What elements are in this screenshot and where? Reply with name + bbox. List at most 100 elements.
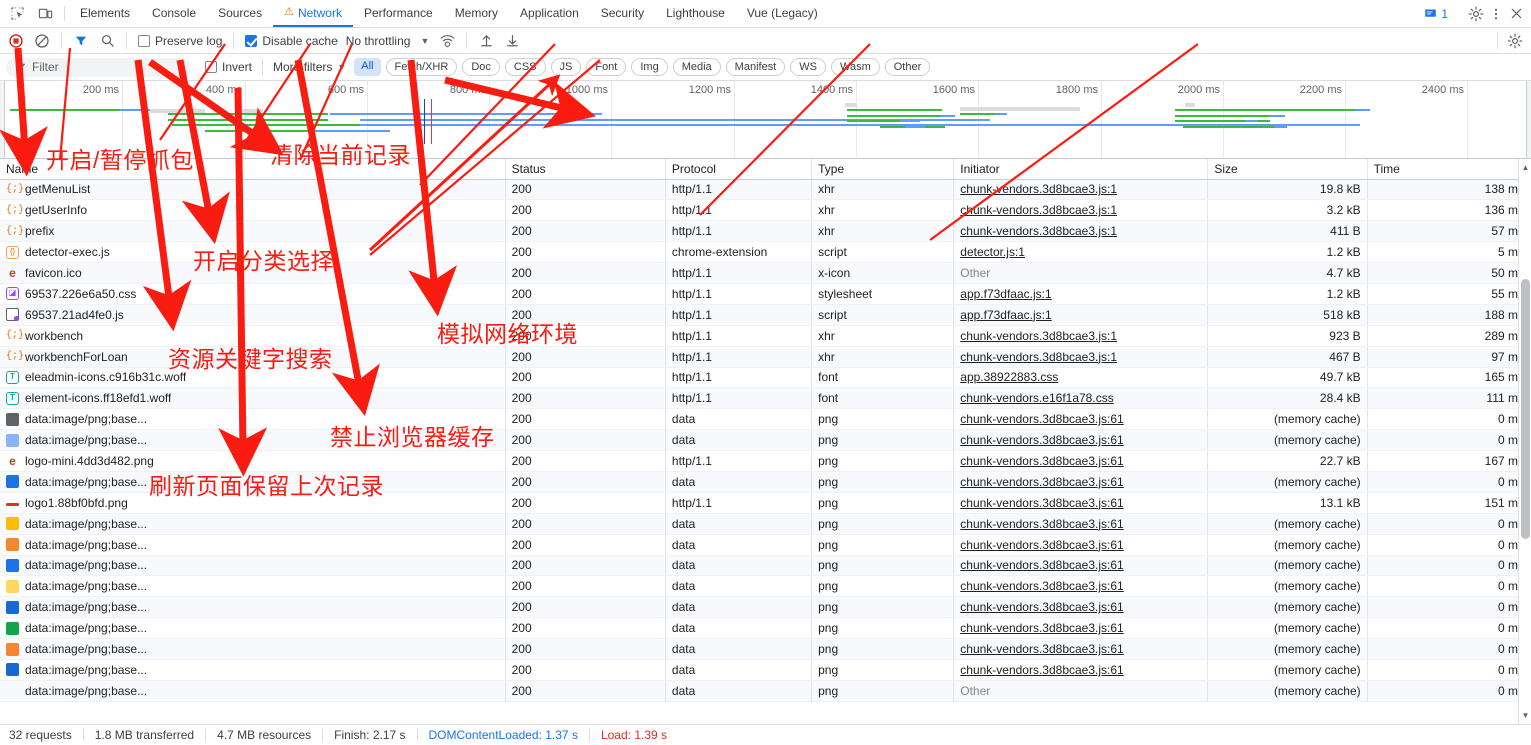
cell-initiator[interactable]: app.38922883.css <box>953 367 1209 389</box>
initiator-link[interactable]: chunk-vendors.3d8bcae3.js:61 <box>960 517 1123 531</box>
table-row[interactable]: data:image/png;base... 200 data png chunk-ve… <box>0 429 1531 452</box>
cell-initiator[interactable]: chunk-vendors.3d8bcae3.js:1 <box>953 325 1209 347</box>
initiator-link[interactable]: chunk-vendors.3d8bcae3.js:61 <box>960 475 1123 489</box>
cell-initiator[interactable]: chunk-vendors.3d8bcae3.js:61 <box>953 596 1209 619</box>
preserve-log-checkbox[interactable]: Preserve log <box>134 34 226 48</box>
table-row[interactable]: {;} getMenuList 200 http/1.1 xhr chunk-vendor… <box>0 179 1531 201</box>
table-row[interactable]: e logo-mini.4dd3d482.png 200 http/1.1 png chu… <box>0 450 1531 472</box>
preserve-log-box[interactable] <box>138 34 150 47</box>
close-icon[interactable] <box>1507 5 1525 23</box>
chevron-down-icon[interactable]: ▼ <box>420 36 429 46</box>
table-row[interactable]: data:image/png;base... 200 data png chunk-ve… <box>0 408 1531 431</box>
cell-initiator[interactable]: chunk-vendors.3d8bcae3.js:61 <box>953 471 1209 493</box>
type-filter-font[interactable]: Font <box>586 58 627 76</box>
cell-initiator[interactable]: chunk-vendors.3d8bcae3.js:61 <box>953 617 1209 640</box>
initiator-link[interactable]: chunk-vendors.3d8bcae3.js:61 <box>960 579 1123 593</box>
search-input[interactable]: Filter <box>6 57 191 77</box>
cell-name[interactable]: data:image/png;base... <box>0 555 506 577</box>
cell-name[interactable]: e logo-mini.4dd3d482.png <box>0 450 506 472</box>
column-header-status[interactable]: Status <box>505 159 666 180</box>
type-filter-wasm[interactable]: Wasm <box>830 58 880 76</box>
table-row[interactable]: Telement-icons.ff18efd1.woff 200 http/1.1 f… <box>0 387 1531 410</box>
disable-cache-checkbox[interactable]: Disable cache <box>241 34 341 48</box>
initiator-link[interactable]: chunk-vendors.3d8bcae3.js:61 <box>960 642 1123 656</box>
type-filter-other[interactable]: Other <box>884 58 931 76</box>
overview-left-handle[interactable] <box>0 81 5 158</box>
cell-initiator[interactable]: chunk-vendors.3d8bcae3.js:61 <box>953 513 1209 535</box>
cell-initiator[interactable]: chunk-vendors.3d8bcae3.js:61 <box>953 492 1209 514</box>
table-row[interactable]: {} detector-exec.js 200 chrome-extension scr… <box>0 241 1531 264</box>
initiator-link[interactable]: chunk-vendors.3d8bcae3.js:61 <box>960 454 1123 468</box>
tab-application[interactable]: Application <box>509 0 590 27</box>
initiator-link[interactable]: chunk-vendors.3d8bcae3.js:61 <box>960 600 1123 614</box>
cell-name[interactable]: Teleadmin-icons.c916b31c.woff <box>0 367 506 389</box>
tab-memory[interactable]: Memory <box>444 0 509 27</box>
device-toolbar-icon[interactable] <box>36 5 54 23</box>
table-row[interactable]: data:image/png;base... 200 data png chunk-ve… <box>0 659 1531 681</box>
cell-name[interactable]: data:image/png;base... <box>0 596 506 619</box>
cell-name[interactable]: {;} workbench <box>0 325 506 347</box>
initiator-link[interactable]: chunk-vendors.3d8bcae3.js:61 <box>960 538 1123 552</box>
cell-initiator[interactable]: Other <box>953 262 1209 284</box>
table-row[interactable]: ◪ 69537.226e6a50.css 200 http/1.1 stylesheet… <box>0 283 1531 305</box>
table-row[interactable]: {;} getUserInfo 200 http/1.1 xhr chunk-vendor… <box>0 199 1531 222</box>
type-filter-manifest[interactable]: Manifest <box>725 58 786 76</box>
tab-vue-legacy[interactable]: Vue (Legacy) <box>736 0 829 27</box>
table-row[interactable]: logo1.88bf0bfd.png 200 http/1.1 png chunk-ve… <box>0 492 1531 514</box>
initiator-link[interactable]: detector.js:1 <box>960 245 1025 259</box>
table-row[interactable]: {;} workbenchForLoan 200 http/1.1 xhr chunk-v… <box>0 346 1531 368</box>
cell-name[interactable]: Telement-icons.ff18efd1.woff <box>0 387 506 410</box>
cell-initiator[interactable]: app.f73dfaac.js:1 <box>953 304 1209 326</box>
initiator-link[interactable]: chunk-vendors.3d8bcae3.js:61 <box>960 496 1123 510</box>
type-filter-doc[interactable]: Doc <box>462 58 500 76</box>
more-filters-button[interactable]: More filters ▼ <box>273 60 346 74</box>
table-row[interactable]: data:image/png;base... 200 data png chunk-ve… <box>0 471 1531 493</box>
cell-initiator[interactable]: chunk-vendors.3d8bcae3.js:1 <box>953 346 1209 368</box>
cell-name[interactable]: data:image/png;base... <box>0 534 506 556</box>
filter-toggle-button[interactable] <box>69 30 93 52</box>
initiator-link[interactable]: chunk-vendors.3d8bcae3.js:1 <box>960 329 1117 343</box>
cell-initiator[interactable]: chunk-vendors.3d8bcae3.js:61 <box>953 638 1209 660</box>
cell-name[interactable]: data:image/png;base... <box>0 659 506 681</box>
cell-initiator[interactable]: chunk-vendors.3d8bcae3.js:61 <box>953 429 1209 452</box>
cell-name[interactable]: data:image/png;base... <box>0 429 506 452</box>
cell-name[interactable]: logo1.88bf0bfd.png <box>0 492 506 514</box>
table-row[interactable]: {;} workbench 200 http/1.1 xhr chunk-vendors.… <box>0 325 1531 347</box>
column-header-protocol[interactable]: Protocol <box>665 159 813 180</box>
type-filter-media[interactable]: Media <box>672 58 721 76</box>
tab-performance[interactable]: Performance <box>353 0 444 27</box>
tab-security[interactable]: Security <box>590 0 655 27</box>
cell-initiator[interactable]: chunk-vendors.3d8bcae3.js:1 <box>953 179 1209 201</box>
tab-network[interactable]: ⚠ Network <box>273 0 353 27</box>
cell-initiator[interactable]: chunk-vendors.3d8bcae3.js:61 <box>953 408 1209 431</box>
table-vertical-scrollbar[interactable]: ▲ ▼ <box>1518 159 1531 724</box>
table-row[interactable]: data:image/png;base... 200 data png chunk-ve… <box>0 596 1531 619</box>
initiator-link[interactable]: chunk-vendors.3d8bcae3.js:1 <box>960 203 1117 217</box>
cell-name[interactable]: data:image/png;base... <box>0 617 506 640</box>
more-vertical-icon[interactable] <box>1487 5 1505 23</box>
cell-name[interactable]: data:image/png;base... <box>0 575 506 598</box>
initiator-link[interactable]: chunk-vendors.3d8bcae3.js:61 <box>960 663 1123 677</box>
requests-table-container[interactable]: Name Status Protocol Type Initiator Size Time … <box>0 159 1531 724</box>
chevron-down-icon[interactable]: ▼ <box>337 62 346 72</box>
cell-name[interactable]: data:image/png;base... <box>0 408 506 431</box>
initiator-link[interactable]: chunk-vendors.3d8bcae3.js:61 <box>960 621 1123 635</box>
cell-initiator[interactable]: detector.js:1 <box>953 241 1209 264</box>
cell-initiator[interactable]: app.f73dfaac.js:1 <box>953 283 1209 305</box>
type-filter-ws[interactable]: WS <box>790 58 826 76</box>
column-header-type[interactable]: Type <box>811 159 955 180</box>
scroll-up-arrow[interactable]: ▲ <box>1519 161 1531 174</box>
overview-right-handle[interactable] <box>1526 81 1531 158</box>
cell-name[interactable]: 69537.21ad4fe0.js <box>0 304 506 326</box>
scrollbar-thumb[interactable] <box>1521 279 1530 539</box>
column-header-size[interactable]: Size <box>1207 159 1368 180</box>
import-har-icon[interactable] <box>474 30 498 52</box>
type-filter-fetch-xhr[interactable]: Fetch/XHR <box>385 58 458 76</box>
scroll-down-arrow[interactable]: ▼ <box>1519 709 1531 722</box>
clear-button[interactable] <box>30 30 54 52</box>
table-row[interactable]: data:image/png;base... 200 data png chunk-ve… <box>0 555 1531 577</box>
throttling-value[interactable]: No throttling <box>344 34 413 48</box>
cell-name[interactable]: {;} getMenuList <box>0 179 506 201</box>
initiator-link[interactable]: chunk-vendors.3d8bcae3.js:61 <box>960 433 1123 447</box>
cell-name[interactable]: data:image/png;base... <box>0 513 506 535</box>
